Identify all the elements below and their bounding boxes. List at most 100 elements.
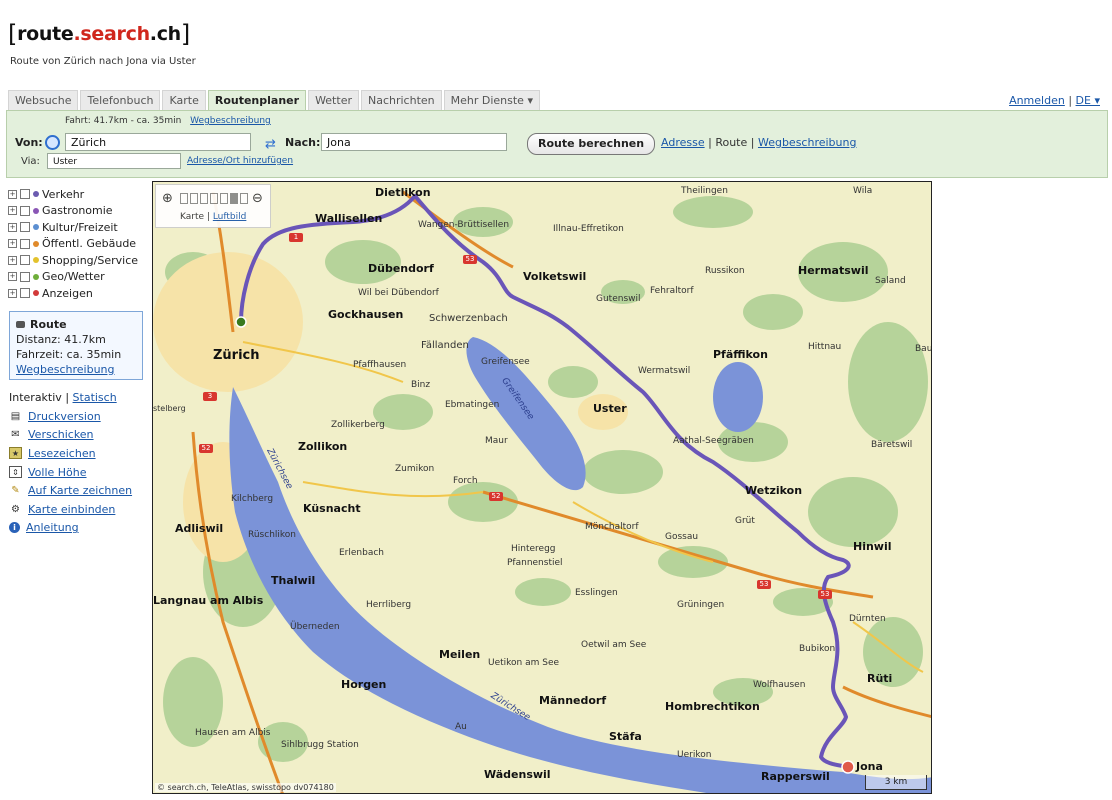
layer-checkbox[interactable]: [20, 205, 30, 216]
layer-label: Anzeigen: [42, 286, 93, 300]
tool-help-label[interactable]: Anleitung: [26, 521, 79, 534]
layer-label: Kultur/Freizeit: [42, 220, 118, 234]
tool-bookmark-label[interactable]: Lesezeichen: [28, 447, 96, 460]
mode-separator-1: |: [708, 136, 712, 149]
tool-fullheight-label[interactable]: Volle Höhe: [28, 466, 87, 479]
tool-fullheight[interactable]: ⇕ Volle Höhe: [9, 463, 132, 482]
expand-icon[interactable]: +: [8, 272, 17, 282]
tool-send-label[interactable]: Verschicken: [28, 428, 94, 441]
route-summary-link[interactable]: Wegbeschreibung: [190, 116, 271, 126]
expand-icon[interactable]: +: [8, 189, 17, 199]
expand-icon[interactable]: +: [8, 222, 17, 232]
swap-icon[interactable]: ⇄: [265, 137, 276, 152]
tool-help[interactable]: i Anleitung: [9, 519, 132, 538]
tool-draw-label[interactable]: Auf Karte zeichnen: [28, 484, 132, 497]
layer-checkbox[interactable]: [20, 222, 30, 233]
language-select[interactable]: DE ▾: [1076, 94, 1100, 107]
logo-part-ch: .ch: [149, 23, 181, 45]
place-hombrechtikon: Hombrechtikon: [665, 700, 760, 713]
add-location-link[interactable]: Adresse/Ort hinzufügen: [187, 156, 293, 166]
map-type-karte[interactable]: Karte: [180, 212, 204, 222]
place-zollikerberg: Zollikerberg: [331, 420, 385, 430]
zoom-level-step-active[interactable]: [230, 193, 238, 204]
place-jona: Jona: [856, 760, 883, 773]
pencil-icon: ✎: [11, 485, 20, 497]
layer-item-shopping[interactable]: + Shopping/Service: [8, 252, 138, 269]
layer-checkbox[interactable]: [20, 271, 30, 282]
tab-telefonbuch[interactable]: Telefonbuch: [80, 90, 161, 111]
tool-print[interactable]: ▤ Druckversion: [9, 407, 132, 426]
via-field[interactable]: Uster: [47, 153, 181, 169]
zoom-out-icon[interactable]: ⊖: [252, 191, 263, 206]
place-pfaffikon: Pfäffikon: [713, 348, 768, 361]
layer-item-gebaeude[interactable]: + Öffentl. Gebäude: [8, 236, 138, 253]
tab-nachrichten[interactable]: Nachrichten: [360, 90, 442, 111]
expand-icon[interactable]: +: [8, 255, 17, 265]
expand-icon[interactable]: +: [8, 239, 17, 249]
site-logo[interactable]: [route.search.ch]: [8, 18, 190, 48]
place-uberneden: Überneden: [290, 622, 340, 632]
place-gockhausen: Gockhausen: [328, 308, 404, 321]
tool-send[interactable]: ✉ Verschicken: [9, 426, 132, 445]
to-field[interactable]: Jona: [321, 133, 507, 151]
tab-mehr-dienste[interactable]: Mehr Dienste ▾: [443, 90, 540, 111]
tool-embed[interactable]: ⚙ Karte einbinden: [9, 500, 132, 519]
layer-checkbox[interactable]: [20, 238, 30, 249]
place-gruningen: Grüningen: [677, 600, 725, 610]
tool-print-label[interactable]: Druckversion: [28, 410, 101, 423]
mode-address-link[interactable]: Adresse: [661, 136, 705, 149]
locate-icon[interactable]: [45, 135, 60, 150]
route-form: Fahrt: 41.7km - ca. 35min Wegbeschreibun…: [6, 110, 1108, 178]
tab-karte[interactable]: Karte: [162, 90, 206, 111]
from-field[interactable]: Zürich: [65, 133, 251, 151]
view-static-link[interactable]: Statisch: [73, 391, 117, 404]
route-map[interactable]: 1 53 3 52 53 52 53 Zürich Dietlikon Wall…: [152, 181, 932, 794]
place-bubikon: Bubikon: [799, 644, 836, 654]
login-link[interactable]: Anmelden: [1009, 94, 1065, 107]
layer-dot-icon: [33, 257, 39, 264]
zoom-level-step[interactable]: [190, 193, 198, 204]
place-kilchberg: Kilchberg: [231, 494, 274, 504]
map-type-luftbild[interactable]: Luftbild: [213, 212, 247, 222]
tab-websuche[interactable]: Websuche: [8, 90, 79, 111]
calculate-route-button[interactable]: Route berechnen: [527, 133, 656, 155]
layer-item-geo[interactable]: + Geo/Wetter: [8, 269, 138, 286]
place-adliswil: Adliswil: [175, 522, 224, 535]
layer-checkbox[interactable]: [20, 288, 30, 299]
mode-route-active: Route: [715, 136, 748, 149]
mode-directions-link[interactable]: Wegbeschreibung: [758, 136, 857, 149]
layer-item-kultur[interactable]: + Kultur/Freizeit: [8, 219, 138, 236]
zoom-level-step[interactable]: [210, 193, 218, 204]
tool-embed-label[interactable]: Karte einbinden: [28, 503, 115, 516]
place-mannedorf: Männedorf: [539, 694, 607, 707]
place-uerikon: Uerikon: [677, 750, 712, 760]
route-directions-link[interactable]: Wegbeschreibung: [16, 362, 136, 377]
lake-pfaeffikersee: [713, 362, 763, 432]
place-saland: Saland: [875, 276, 906, 286]
layer-checkbox[interactable]: [20, 189, 30, 200]
route-info-box: Route Distanz: 41.7km Fahrzeit: ca. 35mi…: [9, 311, 143, 380]
layer-item-verkehr[interactable]: + Verkehr: [8, 186, 138, 203]
map-type-separator: |: [206, 212, 210, 222]
tool-bookmark[interactable]: ★ Lesezeichen: [9, 444, 132, 463]
place-schwerzenbach: Schwerzenbach: [429, 313, 508, 324]
layer-dot-icon: [33, 240, 39, 247]
layer-checkbox[interactable]: [20, 255, 30, 266]
route-summary: Fahrt: 41.7km - ca. 35min Wegbeschreibun…: [65, 116, 271, 126]
road-shield: 53: [757, 580, 771, 589]
zoom-in-icon[interactable]: ⊕: [162, 191, 173, 206]
zoom-level-step[interactable]: [180, 193, 188, 204]
logo-part-search: .search: [73, 23, 151, 45]
place-maur: Maur: [485, 436, 508, 446]
zoom-level-step[interactable]: [220, 193, 228, 204]
expand-icon[interactable]: +: [8, 288, 17, 298]
layer-item-gastronomie[interactable]: + Gastronomie: [8, 203, 138, 220]
expand-icon[interactable]: +: [8, 206, 17, 216]
mode-links: Adresse | Route | Wegbeschreibung: [661, 136, 856, 149]
zoom-level-step[interactable]: [240, 193, 248, 204]
zoom-level-step[interactable]: [200, 193, 208, 204]
tool-draw[interactable]: ✎ Auf Karte zeichnen: [9, 481, 132, 500]
place-aathal: Aathal-Seegräben: [673, 436, 754, 446]
layer-item-anzeigen[interactable]: + Anzeigen: [8, 285, 138, 302]
tab-wetter[interactable]: Wetter: [308, 90, 359, 111]
